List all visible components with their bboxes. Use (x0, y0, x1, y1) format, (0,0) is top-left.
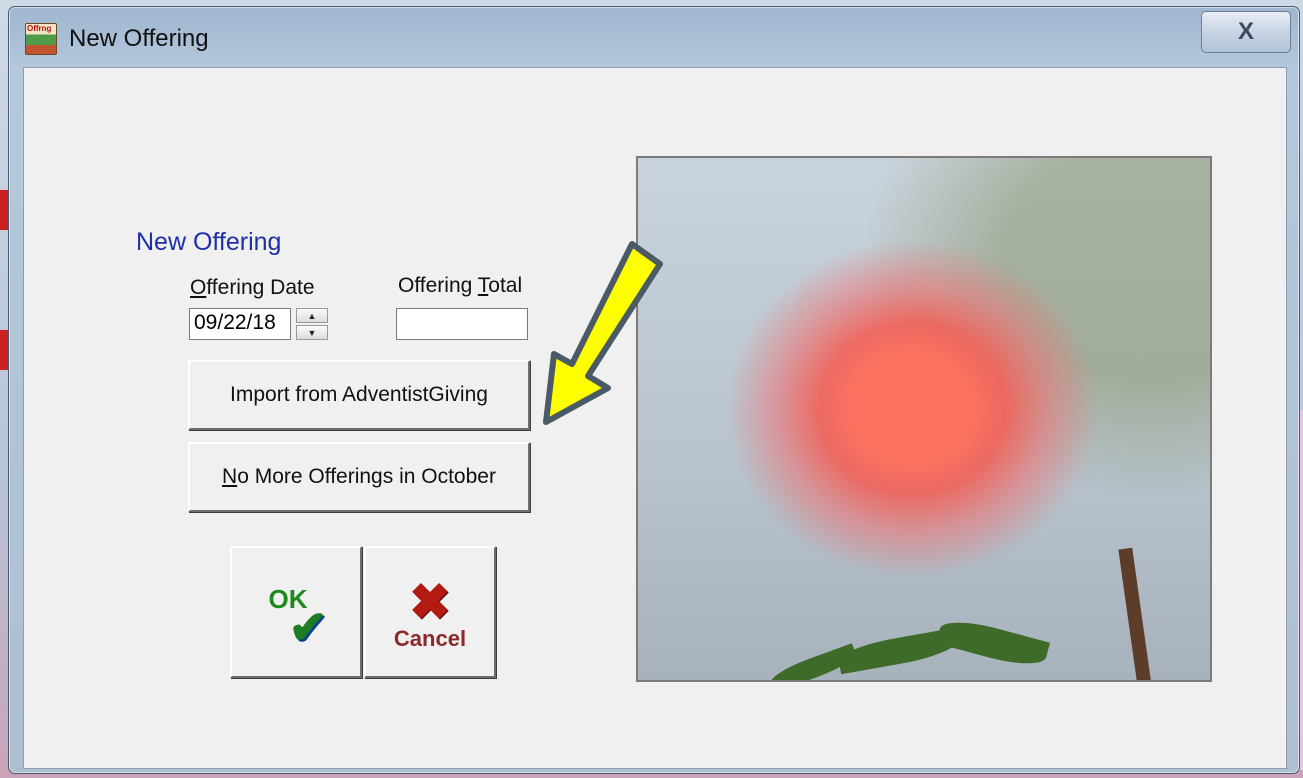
cancel-button[interactable]: ✖ Cancel (364, 546, 496, 678)
app-icon: Offrng (25, 23, 57, 55)
flower-stem (1118, 547, 1152, 680)
import-adventistgiving-button[interactable]: Import from AdventistGiving (188, 360, 530, 430)
leaf (767, 643, 859, 680)
spin-down-icon[interactable]: ▼ (296, 325, 328, 340)
x-icon: ✖ (409, 574, 451, 630)
offering-total-field[interactable] (396, 308, 528, 340)
section-title: New Offering (136, 228, 282, 256)
offering-date-field[interactable]: 09/22/18 (189, 308, 291, 340)
window-title: New Offering (69, 25, 209, 52)
date-spinner[interactable]: ▲ ▼ (296, 308, 328, 340)
flower-photo (636, 156, 1212, 682)
annotation-arrow (543, 241, 663, 425)
dialog-body: New Offering Offering Date Offering Tota… (23, 67, 1287, 769)
spin-up-icon[interactable]: ▲ (296, 308, 328, 323)
close-icon: X (1237, 18, 1254, 45)
no-more-offerings-button[interactable]: No More Offerings in October (188, 442, 530, 512)
checkmark-icon: ✔ (288, 600, 328, 653)
close-button[interactable]: X (1201, 11, 1291, 53)
leaf (935, 614, 1051, 672)
dialog-window: Offrng New Offering X New Offering Offer… (8, 6, 1300, 774)
offering-total-label: Offering Total (398, 274, 523, 297)
ok-button[interactable]: OK ✔ (230, 546, 362, 678)
cancel-label: Cancel (393, 626, 467, 651)
app-icon-label: Offrng (27, 24, 52, 33)
title-bar[interactable]: Offrng New Offering X (9, 7, 1299, 65)
offering-date-label: Offering Date (190, 276, 315, 299)
